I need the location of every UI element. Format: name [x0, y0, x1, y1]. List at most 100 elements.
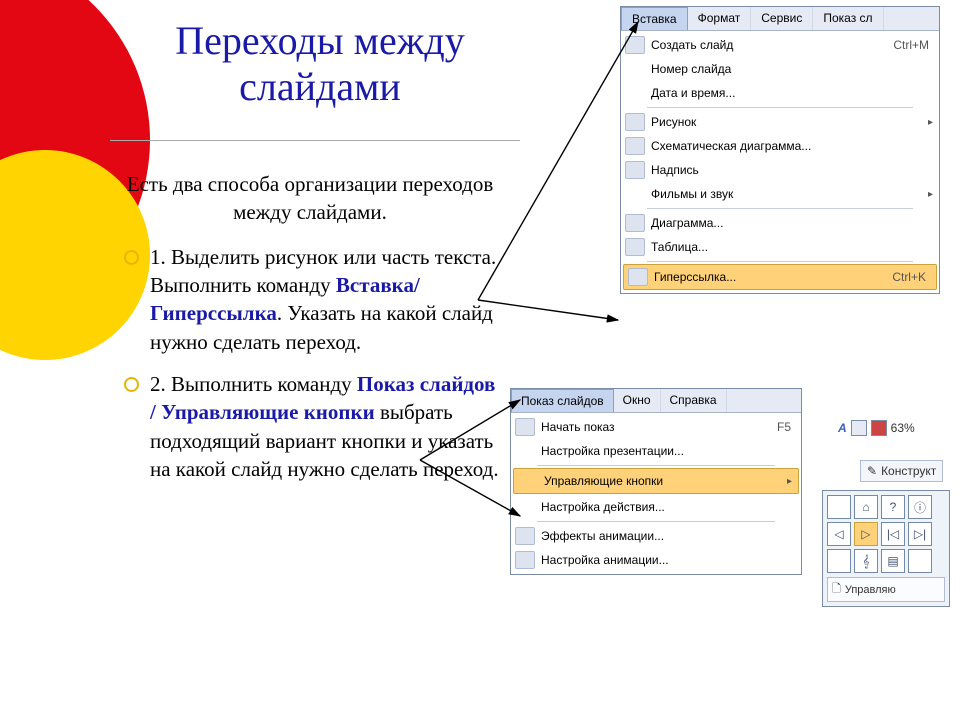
action-btn-forward[interactable]: ▷	[854, 522, 878, 546]
action-btn-help[interactable]: ?	[881, 495, 905, 519]
tab-help[interactable]: Справка	[661, 389, 727, 412]
glyph: ▷|	[914, 527, 926, 541]
menu-table[interactable]: Таблица...	[621, 235, 939, 259]
menu-animation-setup[interactable]: Настройка анимации...	[511, 548, 801, 572]
list-item: 1. Выделить рисунок или часть текста. Вы…	[120, 243, 500, 356]
menu-picture[interactable]: Рисунок	[621, 110, 939, 134]
font-color-icon[interactable]: A	[838, 421, 847, 435]
tab-tools[interactable]: Сервис	[751, 7, 813, 30]
tab-window[interactable]: Окно	[614, 389, 661, 412]
title-line-1: Переходы между	[175, 18, 464, 63]
menu-bar: Показ слайдов Окно Справка	[511, 389, 801, 413]
glyph: ⌂	[862, 500, 869, 514]
color-swatch-icon[interactable]	[871, 420, 887, 436]
glyph: ◁	[834, 527, 843, 541]
grid-icon[interactable]	[851, 420, 867, 436]
list-item: 2. Выполнить команду Показ слайдов / Упр…	[120, 370, 500, 483]
menu-separator	[537, 521, 775, 522]
menu-separator	[647, 208, 913, 209]
tab-slideshow[interactable]: Показ сл	[813, 7, 883, 30]
menu-setup-show[interactable]: Настройка презентации...	[511, 439, 801, 463]
flyout-caption[interactable]: 🗋 Управляю	[827, 577, 945, 602]
insert-menu-window: Вставка Формат Сервис Показ сл Создать с…	[620, 6, 940, 294]
menu-movies-sound[interactable]: Фильмы и звук	[621, 182, 939, 206]
doc-icon: 🗋	[832, 580, 841, 599]
action-btn-info[interactable]: ⓘ	[908, 495, 932, 519]
glyph: ⓘ	[914, 499, 926, 516]
picture-label: Рисунок	[651, 115, 918, 129]
tab-insert[interactable]: Вставка	[621, 7, 688, 30]
action-btn-document[interactable]: ▤	[881, 549, 905, 573]
menu-new-slide[interactable]: Создать слайд Ctrl+M	[621, 33, 939, 57]
title-line-2: слайдами	[239, 64, 401, 109]
slideshow-menu-window: Показ слайдов Окно Справка Начать показ F…	[510, 388, 802, 575]
menu-separator	[647, 261, 913, 262]
insert-dropdown: Создать слайд Ctrl+M Номер слайда Дата и …	[621, 31, 939, 293]
zoom-value[interactable]: 63%	[891, 421, 915, 435]
menu-separator	[647, 107, 913, 108]
menu-textbox[interactable]: Надпись	[621, 158, 939, 182]
anim-set-label: Настройка анимации...	[541, 553, 795, 567]
chart-label: Диаграмма...	[651, 216, 933, 230]
glyph: 𝄞	[862, 554, 869, 569]
slide-body: Есть два способа организации переходов м…	[120, 170, 500, 497]
setup-show-label: Настройка презентации...	[541, 444, 795, 458]
menu-action-settings[interactable]: Настройка действия...	[511, 495, 801, 519]
menu-schematic-diagram[interactable]: Схематическая диаграмма...	[621, 134, 939, 158]
action-btn-back[interactable]: ◁	[827, 522, 851, 546]
menu-slide-number[interactable]: Номер слайда	[621, 57, 939, 81]
action-btn-blank[interactable]	[827, 495, 851, 519]
movies-label: Фильмы и звук	[651, 187, 918, 201]
designer-label: Конструкт	[881, 464, 936, 478]
title-underline	[110, 140, 520, 141]
action-btn-home[interactable]: ⌂	[854, 495, 878, 519]
action-btn-last[interactable]: ▷|	[908, 522, 932, 546]
textbox-label: Надпись	[651, 163, 933, 177]
start-show-label: Начать показ	[541, 420, 771, 434]
action-buttons-label: Управляющие кнопки	[544, 474, 777, 488]
designer-icon: ✎	[867, 464, 877, 478]
slideshow-dropdown: Начать показF5 Настройка презентации... …	[511, 413, 801, 574]
menu-bar: Вставка Формат Сервис Показ сл	[621, 7, 939, 31]
action-btn-first[interactable]: |◁	[881, 522, 905, 546]
slide-number-label: Номер слайда	[651, 62, 933, 76]
item2-text-a: 2. Выполнить команду	[150, 372, 357, 396]
action-buttons-grid: ⌂ ? ⓘ ◁ ▷ |◁ ▷| 𝄞 ▤	[827, 495, 945, 573]
toolbar-fragment: A 63%	[838, 420, 915, 436]
hyperlink-hotkey: Ctrl+K	[892, 270, 930, 284]
picture-icon	[625, 113, 645, 131]
designer-button[interactable]: ✎ Конструкт	[860, 460, 943, 482]
table-label: Таблица...	[651, 240, 933, 254]
anim-fx-label: Эффекты анимации...	[541, 529, 795, 543]
action-buttons-flyout: ⌂ ? ⓘ ◁ ▷ |◁ ▷| 𝄞 ▤ 🗋 Управляю	[822, 490, 950, 607]
glyph: ▤	[887, 554, 898, 568]
schematic-label: Схематическая диаграмма...	[651, 139, 933, 153]
menu-start-show[interactable]: Начать показ F5	[511, 415, 801, 439]
start-hotkey: F5	[777, 420, 795, 434]
new-slide-icon	[625, 36, 645, 54]
menu-separator	[537, 465, 775, 466]
menu-animation-effects[interactable]: Эффекты анимации...	[511, 524, 801, 548]
star-icon	[515, 527, 535, 545]
schematic-icon	[625, 137, 645, 155]
new-slide-label: Создать слайд	[651, 38, 887, 52]
menu-chart[interactable]: Диаграмма...	[621, 211, 939, 235]
action-btn-movie[interactable]	[908, 549, 932, 573]
hyperlink-label: Гиперссылка...	[654, 270, 886, 284]
slide-title: Переходы между слайдами	[130, 18, 510, 110]
glyph: |◁	[887, 527, 899, 541]
flyout-caption-label: Управляю	[845, 584, 896, 596]
item1-text-a: 1. Выделить рисунок или часть текста. Вы…	[150, 245, 496, 297]
menu-action-buttons[interactable]: Управляющие кнопки	[513, 468, 799, 494]
new-slide-hotkey: Ctrl+M	[893, 38, 933, 52]
tab-format[interactable]: Формат	[688, 7, 752, 30]
tab-slideshow[interactable]: Показ слайдов	[511, 389, 614, 412]
action-btn-sound[interactable]: 𝄞	[854, 549, 878, 573]
action-btn-return[interactable]	[827, 549, 851, 573]
play-icon	[515, 418, 535, 436]
menu-hyperlink[interactable]: Гиперссылка... Ctrl+K	[623, 264, 937, 290]
menu-date-time[interactable]: Дата и время...	[621, 81, 939, 105]
glyph: ▷	[861, 527, 870, 541]
textbox-icon	[625, 161, 645, 179]
date-time-label: Дата и время...	[651, 86, 933, 100]
